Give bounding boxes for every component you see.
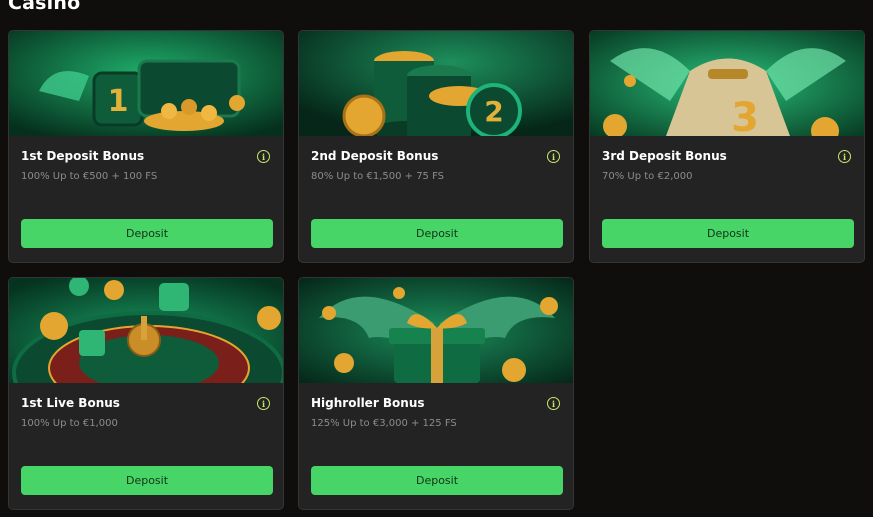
bonus-banner-image <box>9 278 283 383</box>
info-icon[interactable]: i <box>257 397 270 410</box>
bonus-card-1st-deposit[interactable]: 1 1st Deposit Bonus 100% Up to €500 + 10… <box>8 30 284 263</box>
bonus-description: 70% Up to €2,000 <box>602 171 693 182</box>
bonus-title: 1st Live Bonus <box>21 396 120 410</box>
section-title: Casino <box>8 0 81 14</box>
bonus-description: 80% Up to €1,500 + 75 FS <box>311 171 445 182</box>
bonus-description: 100% Up to €1,000 <box>21 418 118 429</box>
info-icon[interactable]: i <box>547 397 560 410</box>
banner-number-3: 3 <box>731 95 759 136</box>
banner-number-2: 2 <box>484 95 503 128</box>
bonus-card-2nd-deposit[interactable]: 2 2nd Deposit Bonus 80% Up to €1,500 + 7… <box>298 30 574 263</box>
info-icon[interactable]: i <box>838 150 851 163</box>
info-icon[interactable]: i <box>257 150 270 163</box>
bonus-banner-image: 3 <box>590 31 864 136</box>
deposit-button[interactable]: Deposit <box>602 219 854 248</box>
bonus-banner-image: 2 <box>299 31 573 136</box>
banner-number-1: 1 <box>108 84 129 119</box>
bonus-description: 100% Up to €500 + 100 FS <box>21 171 158 182</box>
bonus-card-3rd-deposit[interactable]: 3 3rd Deposit Bonus 70% Up to €2,000 i D… <box>589 30 865 263</box>
bonus-title: 3rd Deposit Bonus <box>602 149 727 163</box>
bonus-card-1st-live[interactable]: 1st Live Bonus 100% Up to €1,000 i Depos… <box>8 277 284 510</box>
bonus-card-highroller[interactable]: Highroller Bonus 125% Up to €3,000 + 125… <box>298 277 574 510</box>
deposit-button[interactable]: Deposit <box>21 219 273 248</box>
bonus-title: 2nd Deposit Bonus <box>311 149 439 163</box>
deposit-button[interactable]: Deposit <box>311 219 563 248</box>
bonus-banner-image <box>299 278 573 383</box>
info-icon[interactable]: i <box>547 150 560 163</box>
deposit-button[interactable]: Deposit <box>311 466 563 495</box>
deposit-button[interactable]: Deposit <box>21 466 273 495</box>
bonus-title: 1st Deposit Bonus <box>21 149 145 163</box>
bonus-description: 125% Up to €3,000 + 125 FS <box>311 418 457 429</box>
bonus-title: Highroller Bonus <box>311 396 425 410</box>
bonus-banner-image: 1 <box>9 31 283 136</box>
